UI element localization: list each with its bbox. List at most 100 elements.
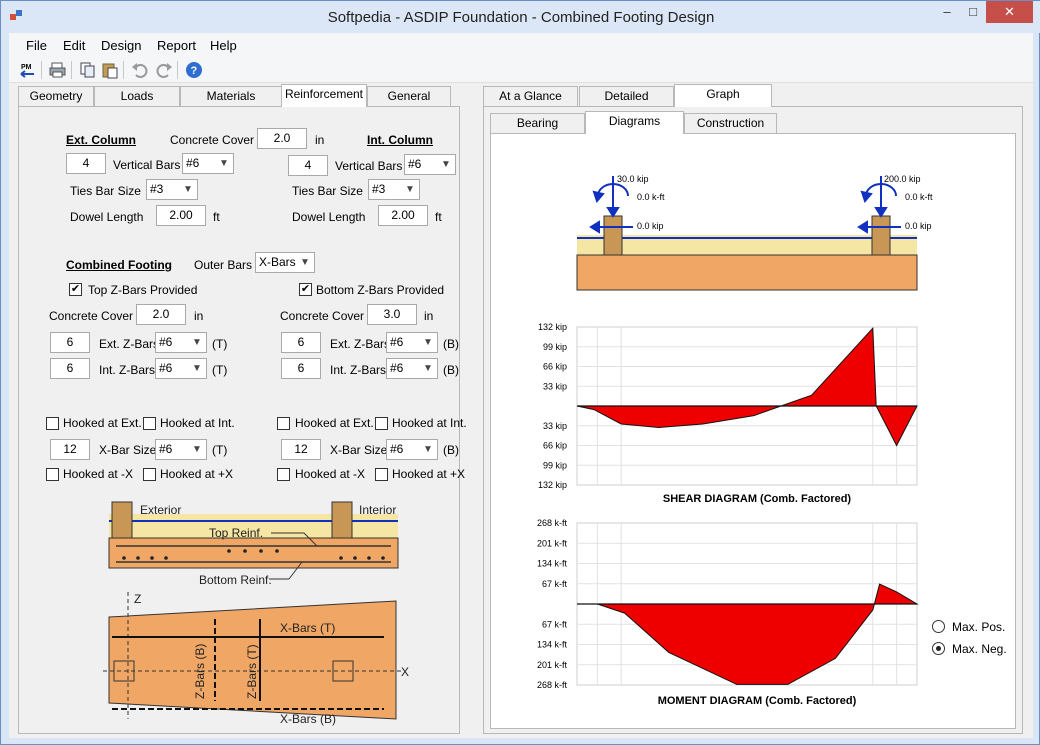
tab-geometry[interactable]: Geometry [18, 86, 94, 106]
pm-icon[interactable]: PM [19, 61, 37, 79]
bottom-hook-px-checkbox[interactable] [375, 468, 388, 481]
zbars-top-label: Z-Bars (T) [245, 644, 259, 699]
bottom-hook-ext-label: Hooked at Ext. [295, 416, 374, 430]
tab-materials[interactable]: Materials [180, 86, 282, 106]
top-cover-input[interactable]: 2.0 [136, 304, 186, 325]
top-ext-zbars-tag: (T) [212, 337, 228, 351]
column-cover-input[interactable]: 2.0 [257, 128, 307, 149]
bottom-hook-ext-checkbox[interactable] [277, 417, 290, 430]
bottom-hook-int-label: Hooked at Int. [392, 416, 467, 430]
bottom-ext-zbars-count[interactable]: 6 [281, 332, 321, 353]
svg-text:?: ? [191, 65, 198, 77]
x-axis-label: X [401, 665, 409, 679]
tab-bearing[interactable]: Bearing [490, 113, 585, 133]
shear-tick-label: 132 kip [538, 480, 567, 490]
diagrams-canvas: 30.0 kip 0.0 k-ft 0.0 kip 200.0 kip 0.0 … [490, 133, 1016, 729]
help-icon[interactable]: ? [185, 61, 203, 79]
bottom-int-zbars-tag: (B) [443, 363, 459, 377]
ext-vbars-label: Vertical Bars [113, 158, 181, 172]
bottom-ext-zbars-size-select[interactable]: #6 ▼ [386, 332, 438, 353]
bottom-int-zbars-size-select[interactable]: #6 ▼ [386, 358, 438, 379]
plan-sketch: Z X X-Bars (T) X-Bars (B) Z-Bars (B) Z-B… [103, 592, 409, 726]
tab-detailed[interactable]: Detailed [579, 86, 674, 106]
bottom-xbar-size-select[interactable]: #6 ▼ [386, 439, 438, 460]
ext-dowel-input[interactable]: 2.00 [156, 205, 206, 226]
minimize-button[interactable]: – [934, 1, 960, 23]
shear-tick-label: 99 kip [543, 342, 567, 352]
footing-heading: Combined Footing [66, 258, 172, 272]
loads-sketch: 30.0 kip 0.0 k-ft 0.0 kip 200.0 kip 0.0 … [576, 174, 933, 291]
moment-tick-label: 201 k-ft [537, 660, 568, 670]
tab-diagrams[interactable]: Diagrams [585, 111, 684, 134]
top-cover-unit: in [194, 309, 204, 323]
top-hook-int-checkbox[interactable] [143, 417, 156, 430]
top-xbar-count[interactable]: 12 [50, 439, 90, 460]
toolbar: PM ? [9, 57, 1033, 83]
menu-file[interactable]: File [26, 38, 47, 53]
tab-construction[interactable]: Construction [684, 113, 777, 133]
menu-design[interactable]: Design [101, 38, 141, 53]
shear-tick-label: 66 kip [543, 362, 567, 372]
graph-panel: Bearing Diagrams Construction 30.0 kip 0… [483, 106, 1023, 734]
tab-graph[interactable]: Graph [674, 84, 772, 107]
bottom-xbar-count[interactable]: 12 [281, 439, 321, 460]
chevron-down-icon: ▼ [192, 337, 202, 348]
top-zbars-checkbox[interactable] [69, 283, 82, 296]
top-hook-ext-checkbox[interactable] [46, 417, 59, 430]
redo-icon[interactable] [155, 61, 173, 79]
bottom-hook-int-checkbox[interactable] [375, 417, 388, 430]
undo-icon[interactable] [131, 61, 149, 79]
ext-ties-size-select[interactable]: #3 ▼ [146, 179, 198, 200]
max-neg-radio[interactable] [932, 642, 945, 655]
maximize-button[interactable]: □ [960, 1, 986, 23]
xbars-bottom-label: X-Bars (B) [280, 712, 336, 726]
outer-bars-select[interactable]: X-Bars ▼ [255, 252, 315, 273]
menu-report[interactable]: Report [157, 38, 196, 53]
left-tabstrip: Geometry Loads Materials Reinforcement G… [18, 84, 458, 107]
column-cover-label: Concrete Cover [170, 133, 255, 147]
top-int-zbars-count[interactable]: 6 [50, 358, 90, 379]
int-vbars-size-select[interactable]: #6 ▼ [404, 154, 456, 175]
tab-at-a-glance[interactable]: At a Glance [483, 86, 578, 106]
top-ext-zbars-size-select[interactable]: #6 ▼ [155, 332, 207, 353]
right-tabstrip: At a Glance Detailed Graph [483, 84, 783, 107]
exterior-label: Exterior [140, 503, 181, 517]
top-hook-int-label: Hooked at Int. [160, 416, 235, 430]
ext-dowel-label: Dowel Length [70, 210, 144, 224]
max-pos-label: Max. Pos. [952, 620, 1006, 634]
bottom-zbars-checkbox[interactable] [299, 283, 312, 296]
max-pos-radio[interactable] [932, 620, 945, 633]
menu-help[interactable]: Help [210, 38, 237, 53]
ext-vbars-size-select[interactable]: #6 ▼ [182, 153, 234, 174]
close-button[interactable]: ✕ [986, 1, 1033, 23]
top-hook-mx-checkbox[interactable] [46, 468, 59, 481]
copy-icon[interactable] [79, 61, 97, 79]
top-ext-zbars-count[interactable]: 6 [50, 332, 90, 353]
top-cover-label: Concrete Cover [49, 309, 134, 323]
ext-column-heading: Ext. Column [66, 133, 137, 147]
bottom-cover-input[interactable]: 3.0 [367, 304, 417, 325]
print-icon[interactable] [49, 61, 67, 79]
menu-edit[interactable]: Edit [63, 38, 85, 53]
paste-icon[interactable] [101, 61, 119, 79]
top-hook-px-checkbox[interactable] [143, 468, 156, 481]
int-dowel-input[interactable]: 2.00 [378, 205, 428, 226]
tab-reinforcement[interactable]: Reinforcement [281, 84, 367, 107]
bottom-int-zbars-label: Int. Z-Bars [330, 363, 387, 377]
bottom-cover-unit: in [424, 309, 434, 323]
int-vbars-count[interactable]: 4 [288, 155, 328, 176]
bottom-int-zbars-count[interactable]: 6 [281, 358, 321, 379]
tab-general[interactable]: General [367, 86, 451, 106]
top-ext-zbars-label: Ext. Z-Bars [99, 337, 160, 351]
top-hook-ext-label: Hooked at Ext. [63, 416, 142, 430]
section-sketch: Exterior Interior Top Reinf. Bottom Rein… [108, 501, 399, 587]
top-int-zbars-size-select[interactable]: #6 ▼ [155, 358, 207, 379]
int-ties-size-select[interactable]: #3 ▼ [368, 179, 420, 200]
zbars-bottom-label: Z-Bars (B) [193, 644, 207, 699]
tab-loads[interactable]: Loads [94, 86, 180, 106]
chevron-down-icon: ▼ [219, 158, 229, 169]
max-neg-label: Max. Neg. [952, 642, 1007, 656]
bottom-hook-mx-checkbox[interactable] [277, 468, 290, 481]
top-xbar-size-select[interactable]: #6 ▼ [155, 439, 207, 460]
ext-vbars-count[interactable]: 4 [66, 153, 106, 174]
